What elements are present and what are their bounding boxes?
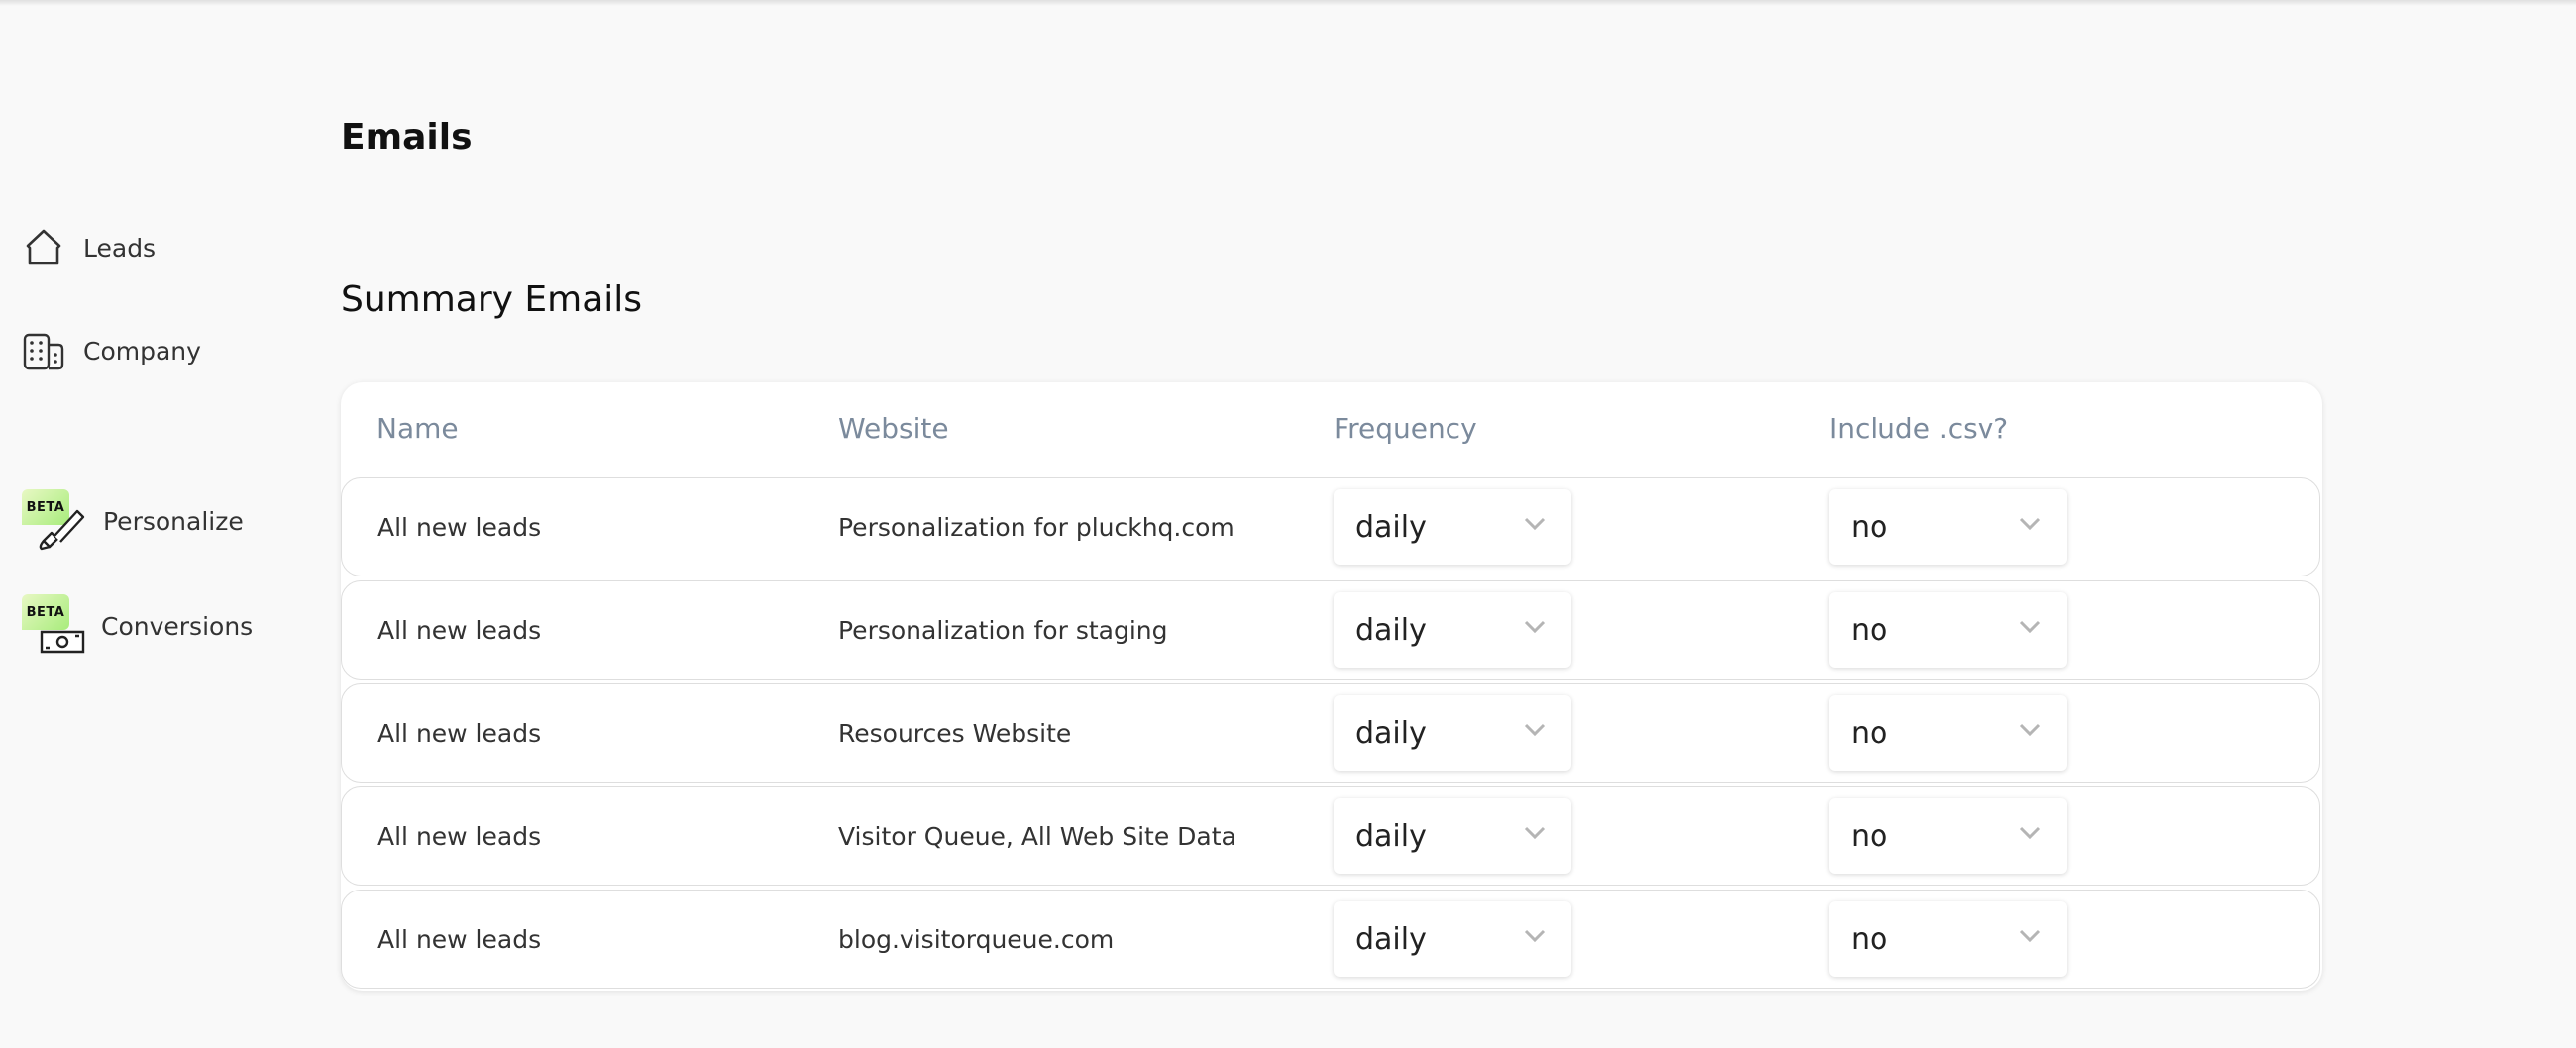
- sidebar-item-leads[interactable]: Leads: [22, 226, 156, 269]
- chevron-down-icon: [2019, 620, 2041, 634]
- include-csv-value: no: [1851, 818, 1888, 854]
- page-title: Emails: [341, 117, 473, 157]
- frequency-select[interactable]: daily: [1334, 695, 1571, 771]
- frequency-select[interactable]: daily: [1334, 901, 1571, 977]
- row-name: All new leads: [377, 615, 542, 645]
- table-header: Name Website Frequency Include .csv?: [341, 382, 2322, 477]
- include-csv-value: no: [1851, 715, 1888, 751]
- sidebar-item-conversions[interactable]: BETA Conversions: [22, 594, 253, 658]
- frequency-value: daily: [1355, 921, 1427, 957]
- table-row: All new leads Visitor Queue, All Web Sit…: [341, 786, 2320, 886]
- frequency-select[interactable]: daily: [1334, 798, 1571, 874]
- money-icon: BETA: [22, 594, 85, 658]
- row-name: All new leads: [377, 512, 542, 542]
- frequency-value: daily: [1355, 612, 1427, 648]
- table-row: All new leads Personalization for pluckh…: [341, 477, 2320, 576]
- column-header-frequency: Frequency: [1334, 412, 1477, 445]
- table-row: All new leads Resources Website daily no: [341, 683, 2320, 783]
- sidebar-item-company[interactable]: Company: [22, 329, 201, 372]
- table-row: All new leads Personalization for stagin…: [341, 580, 2320, 680]
- include-csv-value: no: [1851, 612, 1888, 648]
- column-header-name: Name: [376, 412, 459, 445]
- table-row: All new leads blog.visitorqueue.com dail…: [341, 890, 2320, 989]
- chevron-down-icon: [1524, 929, 1546, 943]
- row-name: All new leads: [377, 718, 542, 748]
- sidebar-item-label: Personalize: [103, 506, 244, 536]
- frequency-select[interactable]: daily: [1334, 592, 1571, 668]
- sidebar-item-label: Company: [83, 336, 201, 366]
- column-header-website: Website: [838, 412, 949, 445]
- row-website: Personalization for staging: [838, 615, 1168, 645]
- home-icon: [22, 226, 65, 269]
- frequency-value: daily: [1355, 509, 1427, 545]
- chevron-down-icon: [2019, 826, 2041, 840]
- summary-emails-table: Name Website Frequency Include .csv? All…: [341, 382, 2322, 991]
- section-title: Summary Emails: [341, 279, 643, 320]
- sidebar-item-label: Leads: [83, 233, 157, 262]
- chevron-down-icon: [1524, 723, 1546, 737]
- row-website: Resources Website: [838, 718, 1072, 748]
- row-name: All new leads: [377, 924, 542, 954]
- sidebar-item-personalize[interactable]: BETA Personalize: [22, 489, 244, 553]
- include-csv-select[interactable]: no: [1829, 798, 2067, 874]
- include-csv-value: no: [1851, 509, 1888, 545]
- include-csv-select[interactable]: no: [1829, 489, 2067, 565]
- building-icon: [22, 329, 65, 372]
- frequency-select[interactable]: daily: [1334, 489, 1571, 565]
- sidebar-item-label: Conversions: [101, 611, 254, 641]
- include-csv-value: no: [1851, 921, 1888, 957]
- include-csv-select[interactable]: no: [1829, 901, 2067, 977]
- include-csv-select[interactable]: no: [1829, 695, 2067, 771]
- row-website: Visitor Queue, All Web Site Data: [838, 821, 1236, 851]
- row-website: blog.visitorqueue.com: [838, 924, 1115, 954]
- chevron-down-icon: [2019, 723, 2041, 737]
- chevron-down-icon: [2019, 929, 2041, 943]
- chevron-down-icon: [1524, 517, 1546, 531]
- chevron-down-icon: [1524, 826, 1546, 840]
- row-website: Personalization for pluckhq.com: [838, 512, 1234, 542]
- brush-icon: BETA: [22, 489, 85, 553]
- include-csv-select[interactable]: no: [1829, 592, 2067, 668]
- top-bar-shadow: [0, 0, 2576, 6]
- frequency-value: daily: [1355, 715, 1427, 751]
- chevron-down-icon: [1524, 620, 1546, 634]
- frequency-value: daily: [1355, 818, 1427, 854]
- column-header-include-csv: Include .csv?: [1829, 412, 2009, 445]
- row-name: All new leads: [377, 821, 542, 851]
- chevron-down-icon: [2019, 517, 2041, 531]
